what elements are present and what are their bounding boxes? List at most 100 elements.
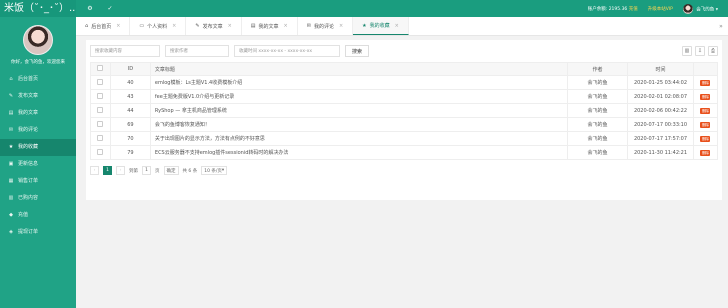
username: 会飞的鱼 <box>696 7 715 12</box>
recharge-link[interactable]: 充值 <box>629 7 638 12</box>
per-page-value: 10 条/页 <box>204 168 222 174</box>
goto-page-input[interactable]: 1 <box>142 166 151 175</box>
tab[interactable]: ✉ 我的评论 × <box>298 17 354 35</box>
delete-button[interactable]: 删除 <box>700 121 711 128</box>
file-icon: ▤ <box>250 23 256 29</box>
sidebar-item-label: 发布文章 <box>18 93 39 99</box>
row-title[interactable]: fee主题免费版V1.0介绍与更新记录 <box>149 89 569 104</box>
main-panel: 搜索收藏内容 搜索作者 收藏时间 xxxx-xx-xx - xxxx-xx-xx… <box>86 40 722 200</box>
delete-button[interactable]: 删除 <box>700 149 711 156</box>
columns-filter-icon[interactable]: ▥ <box>682 46 692 56</box>
row-operation: 删除 <box>692 89 719 104</box>
tab[interactable]: ▤ 我的文章 × <box>242 17 298 35</box>
sidebar-item[interactable]: ⌂ 后台首页 <box>0 71 76 88</box>
page-number-current[interactable]: 1 <box>103 166 112 175</box>
col-author[interactable]: 作者 <box>567 62 628 76</box>
row-id: 79 <box>109 145 151 160</box>
col-id[interactable]: ID <box>109 62 151 76</box>
table-row[interactable]: 44 RyShop — 拿主机商品管理系统 会飞的鱼 2020-02-06 00:42… <box>90 103 719 118</box>
row-id: 70 <box>109 131 151 146</box>
row-checkbox[interactable] <box>90 145 111 160</box>
delete-button[interactable]: 删除 <box>700 79 711 86</box>
tab-scroll-right-icon[interactable]: » <box>714 17 728 35</box>
sidebar-item-label: 充值 <box>18 212 29 218</box>
user-panel: 你好，会飞的鱼，欢迎您来 <box>0 17 76 65</box>
row-operation: 删除 <box>692 117 719 132</box>
row-checkbox[interactable] <box>90 89 111 104</box>
sidebar-item-label: 销售订单 <box>18 178 39 184</box>
close-icon[interactable]: × <box>228 23 232 29</box>
author-search-input[interactable]: 搜索作者 <box>165 45 229 57</box>
prev-page-button[interactable]: ‹ <box>90 166 99 175</box>
export-icon[interactable]: ⇩ <box>695 46 705 56</box>
sidebar-item-label: 提现订单 <box>18 229 39 235</box>
print-icon[interactable]: ⎙ <box>708 46 718 56</box>
row-checkbox[interactable] <box>90 103 111 118</box>
sidebar-item[interactable]: ▦ 销售订单 <box>0 173 76 190</box>
row-title[interactable]: emlog模板：Ls主题V1.4收费模板介绍 <box>149 75 569 90</box>
close-icon[interactable]: × <box>284 23 288 29</box>
row-checkbox[interactable] <box>90 117 111 132</box>
row-id: 69 <box>109 117 151 132</box>
sidebar-item[interactable]: ▤ 我的文章 <box>0 105 76 122</box>
col-title[interactable]: 文章标题 <box>149 62 569 76</box>
row-title[interactable]: RyShop — 拿主机商品管理系统 <box>149 103 569 118</box>
title-search-input[interactable]: 搜索收藏内容 <box>90 45 160 57</box>
search-button[interactable]: 搜索 <box>345 45 370 57</box>
sidebar-item[interactable]: ▥ 已购内容 <box>0 190 76 207</box>
row-title[interactable]: 会飞的鱼博客恢复通知！ <box>149 117 569 132</box>
sidebar-item[interactable]: ▣ 更新信息 <box>0 156 76 173</box>
sidebar-item[interactable]: ★ 我的收藏 <box>0 139 76 156</box>
row-title[interactable]: ECS云服务器不支持emlog插件sessionid转码时的解决办法 <box>149 145 569 160</box>
tab[interactable]: ★ 我的收藏 × <box>353 17 409 35</box>
tab[interactable]: ▭ 个人资料 × <box>130 17 187 35</box>
row-author: 会飞的鱼 <box>567 131 628 146</box>
per-page-select[interactable]: 10 条/页 ▾ <box>201 166 228 175</box>
avatar[interactable] <box>23 25 53 55</box>
table-row[interactable]: 43 fee主题免费版V1.0介绍与更新记录 会飞的鱼 2020-02-01 02:0… <box>90 89 719 104</box>
row-time: 2020-01-25 03:44:02 <box>627 75 694 90</box>
table-header-row: ID 文章标题 作者 时间 <box>90 62 719 76</box>
app-logo[interactable]: 米饭（˘･_･˘）... <box>0 0 76 17</box>
sidebar-item[interactable]: ◈ 提现订单 <box>0 224 76 241</box>
row-title[interactable]: 关于出现图片的显示方法，方法有点例的不好意思 <box>149 131 569 146</box>
filter-bar: 搜索收藏内容 搜索作者 收藏时间 xxxx-xx-xx - xxxx-xx-xx… <box>86 40 722 62</box>
next-page-button[interactable]: › <box>116 166 125 175</box>
table-row[interactable]: 79 ECS云服务器不支持emlog插件sessionid转码时的解决办法 会飞的鱼… <box>90 145 719 160</box>
delete-button[interactable]: 删除 <box>700 107 711 114</box>
col-time[interactable]: 时间 <box>627 62 694 76</box>
select-all-checkbox[interactable] <box>90 62 111 76</box>
sidebar-item-label: 已购内容 <box>18 195 39 201</box>
vip-upgrade-link[interactable]: 升级本站VIP <box>648 6 673 12</box>
row-checkbox[interactable] <box>90 75 111 90</box>
info-icon: ▣ <box>8 161 14 167</box>
user-menu[interactable]: 会飞的鱼 ▾ <box>682 3 718 14</box>
table-row[interactable]: 40 emlog模板：Ls主题V1.4收费模板介绍 会飞的鱼 2020-01-25 0… <box>90 75 719 90</box>
user-avatar <box>682 3 693 14</box>
goto-confirm-button[interactable]: 确定 <box>163 166 179 175</box>
date-range-input[interactable]: 收藏时间 xxxx-xx-xx - xxxx-xx-xx <box>234 45 340 57</box>
topbar-right: 账户余额: 2195.36 充值 升级本站VIP 会飞的鱼 ▾ <box>588 3 728 14</box>
sidebar-item-label: 后台首页 <box>18 76 39 82</box>
close-icon[interactable]: × <box>339 23 343 29</box>
sidebar-item[interactable]: ✉ 我的评论 <box>0 122 76 139</box>
sidebar-item[interactable]: ◆ 充值 <box>0 207 76 224</box>
table-row[interactable]: 69 会飞的鱼博客恢复通知！ 会飞的鱼 2020-07-17 00:33:10 删除 <box>90 117 719 132</box>
home-icon: ⌂ <box>9 76 13 82</box>
table-row[interactable]: 70 关于出现图片的显示方法，方法有点例的不好意思 会飞的鱼 2020-07-17 1… <box>90 131 719 146</box>
delete-button[interactable]: 删除 <box>700 135 711 142</box>
sidebar-item[interactable]: ✎ 发布文章 <box>0 88 76 105</box>
profile-icon: ▭ <box>139 23 145 29</box>
close-icon[interactable]: × <box>116 23 120 29</box>
delete-button[interactable]: 删除 <box>700 93 711 100</box>
gear-icon[interactable]: ⚙ <box>84 5 96 12</box>
star-icon: ★ <box>362 22 367 29</box>
tab[interactable]: ⌂ 后台首页 × <box>76 17 131 35</box>
row-time: 2020-07-17 00:33:10 <box>627 117 694 132</box>
close-icon[interactable]: × <box>395 23 399 29</box>
check-icon[interactable]: ✓ <box>104 5 116 12</box>
close-icon[interactable]: × <box>172 23 176 29</box>
row-checkbox[interactable] <box>90 131 111 146</box>
edit-icon: ✎ <box>8 93 14 99</box>
tab[interactable]: ✎ 发布文章 × <box>186 17 242 35</box>
